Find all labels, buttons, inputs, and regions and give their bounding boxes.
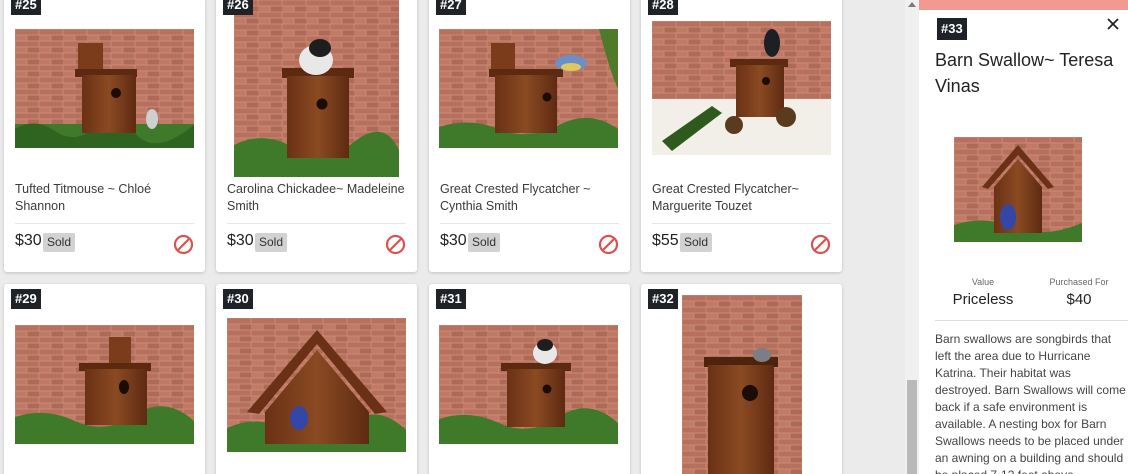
- product-card-27[interactable]: #27 Great Crested Flycatcher ~ Cynthia S…: [429, 0, 630, 272]
- product-photo: [439, 325, 618, 444]
- item-number-badge: #30: [223, 289, 253, 309]
- product-card-29[interactable]: #29: [4, 284, 205, 474]
- product-photo: [15, 325, 194, 444]
- divider: [227, 223, 406, 224]
- product-price: $30: [15, 232, 42, 249]
- purchased-label: Purchased For: [1049, 277, 1109, 287]
- product-title[interactable]: Tufted Titmouse ~ Chloé Shannon: [15, 181, 195, 215]
- product-photo: [234, 0, 399, 177]
- product-photo: [227, 318, 406, 452]
- close-icon[interactable]: [1106, 17, 1120, 31]
- panel-accent-bar: [919, 0, 1128, 10]
- divider: [440, 223, 619, 224]
- sold-badge: Sold: [255, 233, 288, 252]
- item-number-badge: #33: [937, 18, 967, 40]
- product-photo: [439, 29, 618, 148]
- divider: [935, 320, 1128, 321]
- item-number-badge: #27: [436, 0, 466, 15]
- product-price: $30: [227, 232, 254, 249]
- not-available-icon: [385, 234, 406, 255]
- product-card-32[interactable]: #32: [641, 284, 842, 474]
- detail-description: Barn swallows are songbirds that left th…: [935, 332, 1126, 474]
- item-number-badge: #32: [648, 289, 678, 309]
- product-card-30[interactable]: #30: [216, 284, 417, 474]
- product-card-28[interactable]: #28 Great Crested Flycatcher~ Marguerite…: [641, 0, 842, 272]
- not-available-icon: [810, 234, 831, 255]
- product-photo: [15, 29, 194, 148]
- item-number-badge: #29: [11, 289, 41, 309]
- product-grid: #25 Tufted Titmouse ~ Chloé Shannon $30 …: [0, 0, 905, 474]
- divider: [652, 223, 831, 224]
- detail-panel: #33 Barn Swallow~ Teresa Vinas Value Pri…: [919, 0, 1128, 474]
- item-number-badge: #28: [648, 0, 678, 15]
- scroll-up-arrow-icon[interactable]: [908, 2, 916, 7]
- product-title[interactable]: Great Crested Flycatcher ~ Cynthia Smith: [440, 181, 620, 215]
- item-number-badge: #31: [436, 289, 466, 309]
- product-card-26[interactable]: #26 Carolina Chickadee~ Madeleine Smith …: [216, 0, 417, 272]
- not-available-icon: [598, 234, 619, 255]
- product-price: $30: [440, 232, 467, 249]
- sold-badge: Sold: [468, 233, 501, 252]
- item-number-badge: #25: [11, 0, 41, 15]
- product-price: $55: [652, 232, 679, 249]
- product-title[interactable]: Great Crested Flycatcher~ Marguerite Tou…: [652, 181, 832, 215]
- item-number-badge: #26: [223, 0, 253, 15]
- value-label: Value: [971, 277, 995, 287]
- divider: [15, 223, 194, 224]
- value-amount: Priceless: [952, 291, 1014, 308]
- scrollbar-thumb[interactable]: [907, 380, 917, 474]
- detail-photo: [954, 137, 1082, 242]
- purchased-amount: $40: [1066, 291, 1092, 308]
- product-photo: [652, 21, 831, 155]
- not-available-icon: [173, 234, 194, 255]
- sold-badge: Sold: [43, 233, 76, 252]
- product-card-25[interactable]: #25 Tufted Titmouse ~ Chloé Shannon $30 …: [4, 0, 205, 272]
- sold-badge: Sold: [680, 233, 713, 252]
- product-card-31[interactable]: #31: [429, 284, 630, 474]
- product-photo: [682, 295, 802, 474]
- product-title[interactable]: Carolina Chickadee~ Madeleine Smith: [227, 181, 407, 215]
- detail-title: Barn Swallow~ Teresa Vinas: [935, 50, 1114, 96]
